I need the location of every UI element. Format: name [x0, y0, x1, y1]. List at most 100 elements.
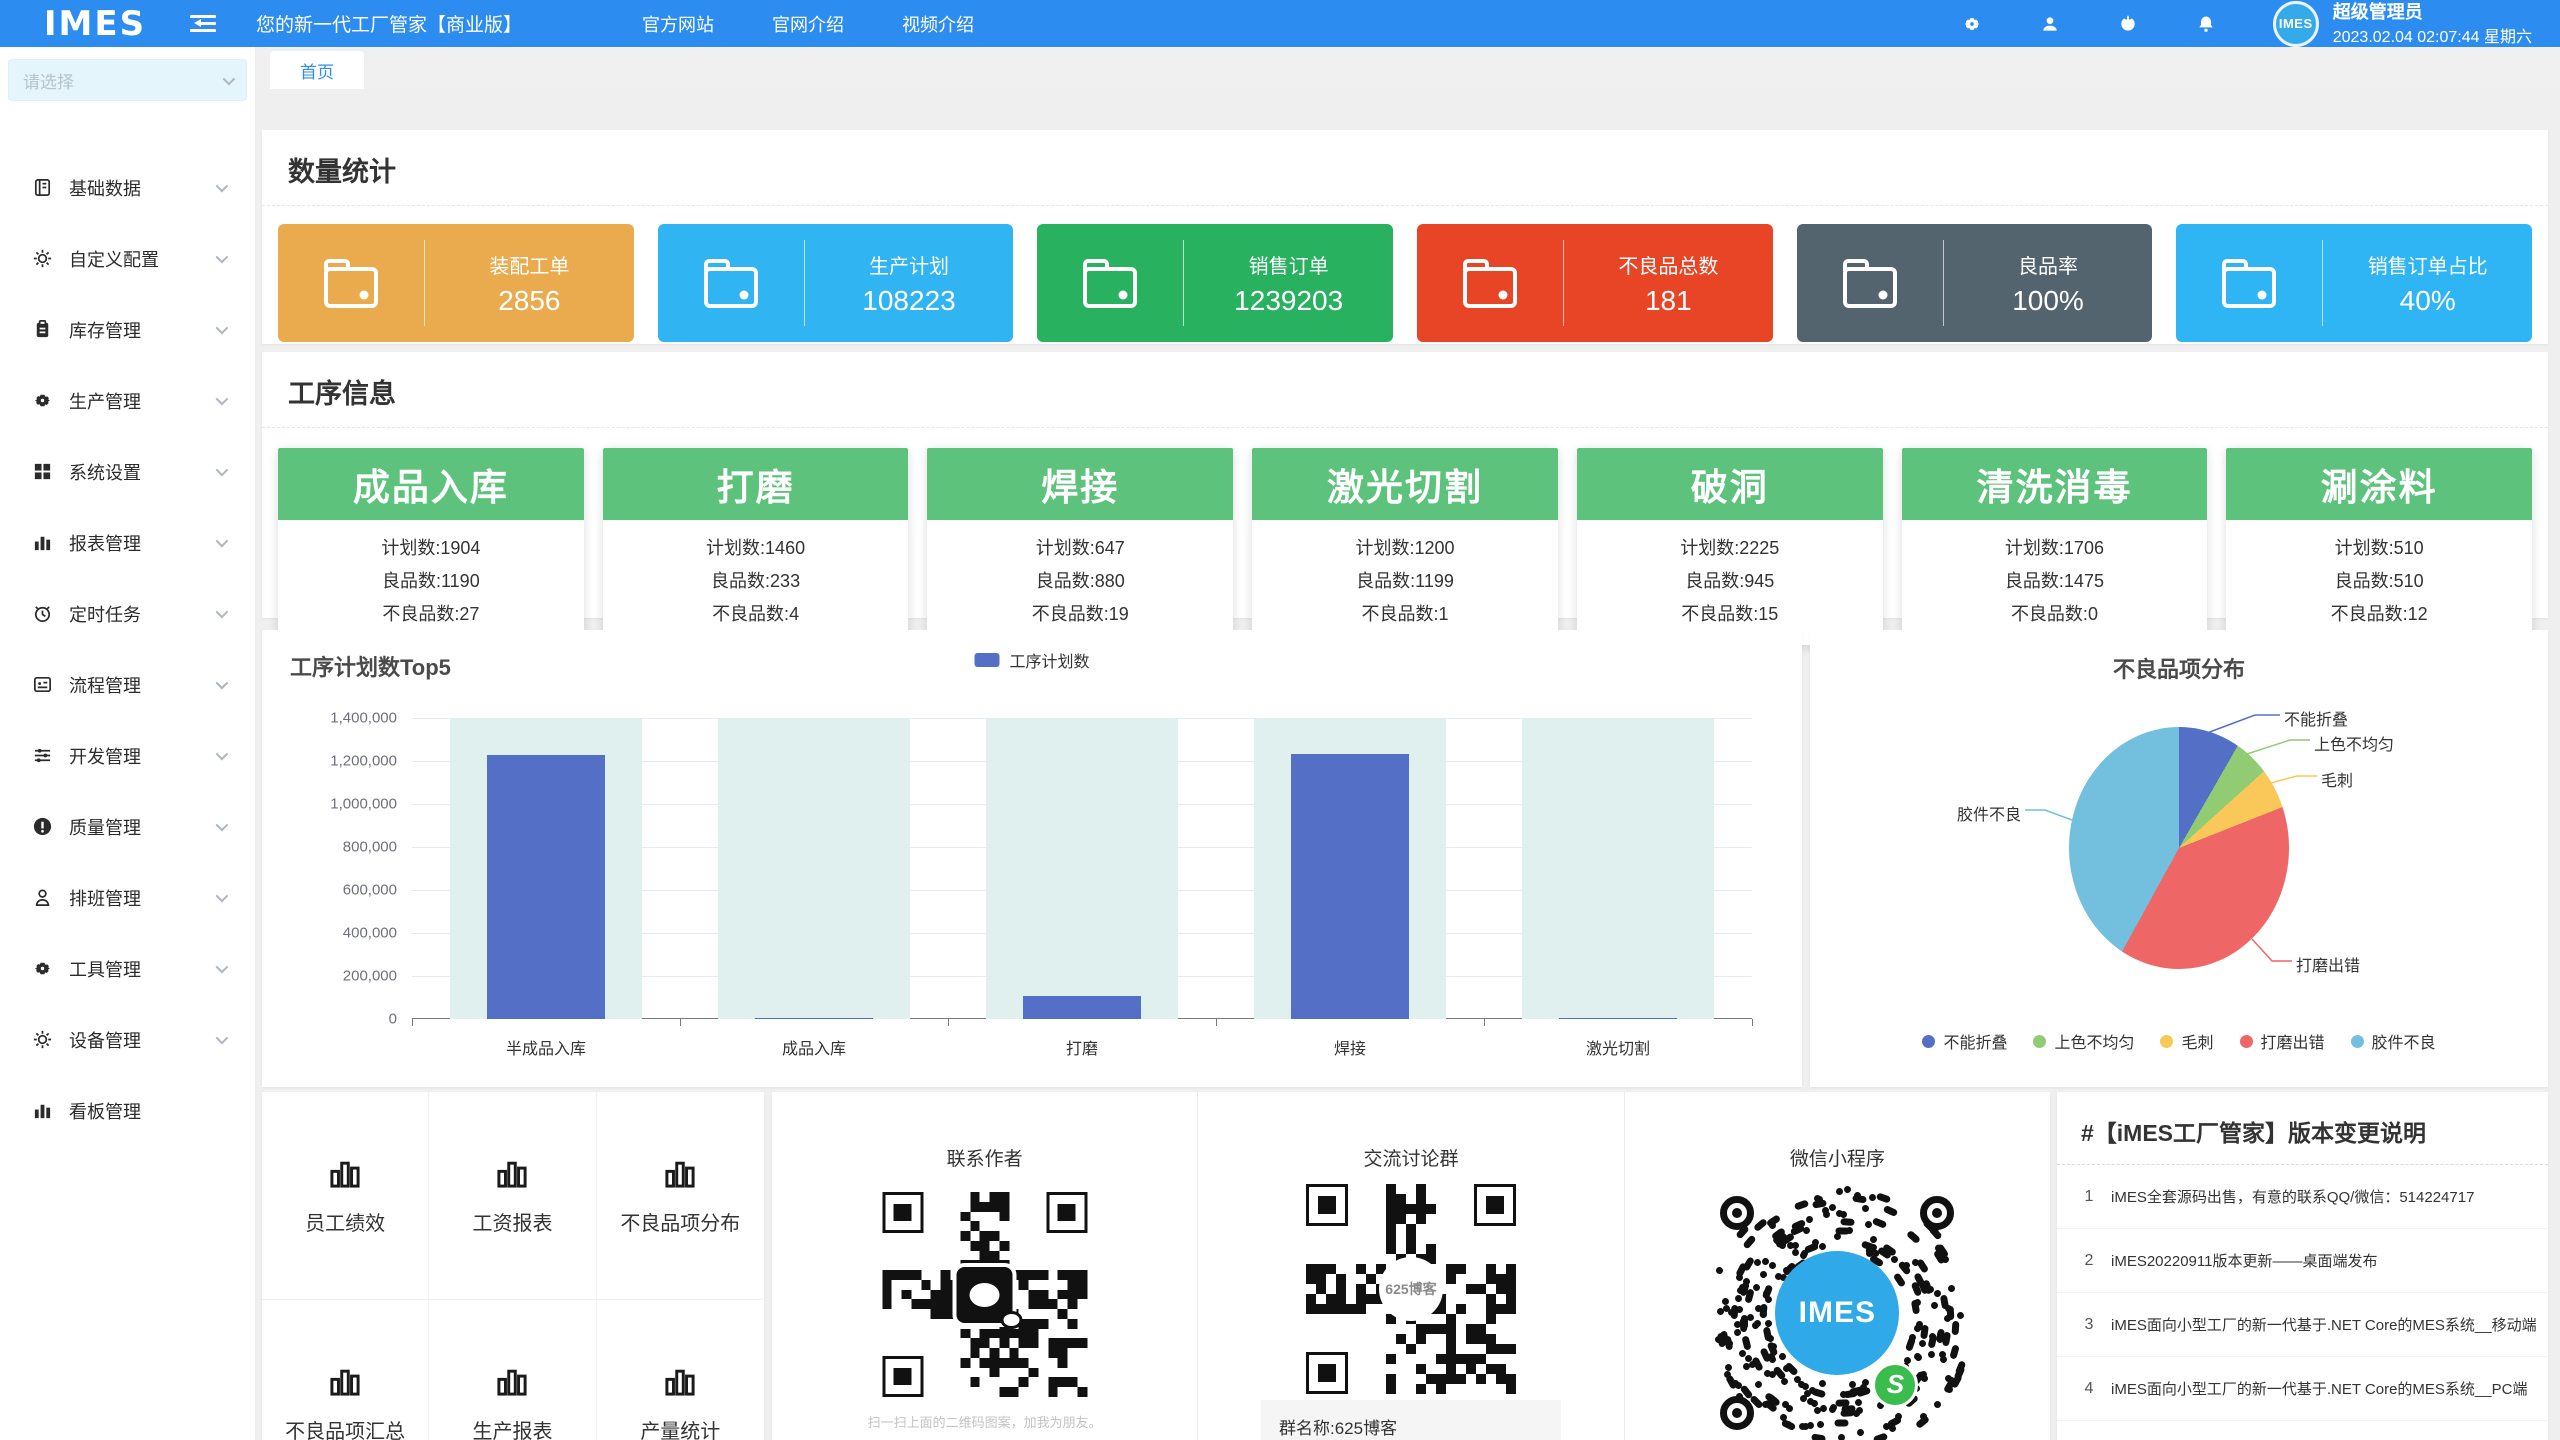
sidebar-item-13[interactable]: 看板管理	[0, 1075, 255, 1146]
exclamation-icon	[32, 816, 53, 837]
stat-value: 40%	[2400, 285, 2456, 317]
sidebar-item-4[interactable]: 系统设置	[0, 436, 255, 507]
process-plan: 计划数:1200	[1252, 532, 1558, 565]
bar	[487, 755, 605, 1019]
contact-author-title: 联系作者	[772, 1144, 1197, 1171]
sidebar-item-8[interactable]: 开发管理	[0, 720, 255, 791]
bar-chart-legend[interactable]: 工序计划数	[974, 648, 1089, 672]
folder-icon	[278, 255, 424, 311]
bar-column[interactable]	[1484, 718, 1752, 1019]
bar-chart-icon	[662, 1155, 698, 1191]
shortcut-5[interactable]: 产量统计	[597, 1300, 764, 1440]
bar-column[interactable]	[412, 718, 680, 1019]
bar-chart-title: 工序计划数Top5	[290, 650, 451, 682]
process-plan: 计划数:1904	[278, 532, 584, 565]
sidebar-item-7[interactable]: 流程管理	[0, 649, 255, 720]
chevron-down-icon	[216, 961, 229, 974]
process-section-title: 工序信息	[262, 352, 2548, 428]
bar-column[interactable]	[948, 718, 1216, 1019]
chevron-down-icon	[216, 180, 229, 193]
sidebar-item-12[interactable]: 设备管理	[0, 1004, 255, 1075]
miniapp-badge-icon: S	[1872, 1362, 1918, 1408]
chevron-down-icon	[216, 251, 229, 264]
process-card-1[interactable]: 打磨计划数:1460良品数:233不良品数:4	[603, 448, 909, 645]
shortcut-0[interactable]: 员工绩效	[262, 1092, 429, 1300]
process-card-5[interactable]: 清洗消毒计划数:1706良品数:1475不良品数:0	[1902, 448, 2208, 645]
bar-column[interactable]	[680, 718, 948, 1019]
x-axis-label: 激光切割	[1484, 1035, 1752, 1059]
sidebar-item-label: 流程管理	[69, 672, 141, 698]
sidebar-item-label: 生产管理	[69, 388, 141, 414]
folder-icon	[1797, 255, 1943, 311]
document-icon	[32, 177, 53, 198]
sidebar-search-select[interactable]: 请选择	[8, 59, 247, 101]
shortcut-label: 产量统计	[640, 1415, 720, 1440]
shortcut-4[interactable]: 生产报表	[429, 1300, 596, 1440]
nav-video-intro[interactable]: 视频介绍	[902, 11, 974, 37]
group-qr-code: 625博客	[1306, 1184, 1516, 1394]
miniapp-column: 微信小程序 IMES S	[1625, 1092, 2050, 1440]
user-icon[interactable]	[2039, 13, 2061, 35]
sidebar-toggle-icon[interactable]	[190, 15, 216, 33]
sidebar-item-1[interactable]: 自定义配置	[0, 223, 255, 294]
bar-column[interactable]	[1216, 718, 1484, 1019]
stat-card-5[interactable]: 销售订单占比40%	[2176, 224, 2532, 342]
nav-site-intro[interactable]: 官网介绍	[772, 11, 844, 37]
miniapp-center-logo: IMES	[1775, 1251, 1899, 1375]
y-axis-labels: 1,400,0001,200,0001,000,000800,000600,00…	[262, 718, 397, 1019]
sidebar-item-9[interactable]: 质量管理	[0, 791, 255, 862]
pie-legend: 不能折叠 上色不均匀 毛刺 打磨出错 胶件不良	[1810, 1029, 2548, 1053]
sidebar-item-2[interactable]: 库存管理	[0, 294, 255, 365]
pie-legend-item[interactable]: 不能折叠	[1922, 1029, 2007, 1053]
tab-home[interactable]: 首页	[270, 51, 364, 89]
shortcut-3[interactable]: 不良品项汇总	[262, 1300, 429, 1440]
process-card-6[interactable]: 涮涂料计划数:510良品数:510不良品数:12	[2226, 448, 2532, 645]
stat-card-row: 装配工单2856生产计划108223销售订单1239203不良品总数181良品率…	[262, 206, 2548, 342]
avatar[interactable]: IMES	[2273, 1, 2319, 47]
shortcut-label: 生产报表	[472, 1415, 552, 1440]
pie-legend-item[interactable]: 毛刺	[2160, 1029, 2213, 1053]
bar-chart-icon	[32, 532, 53, 553]
power-icon[interactable]	[2117, 13, 2139, 35]
group-name: 群名称:625博客	[1279, 1414, 1543, 1440]
sidebar-item-3[interactable]: 生产管理	[0, 365, 255, 436]
pie-legend-item[interactable]: 胶件不良	[2351, 1029, 2436, 1053]
sidebar-item-5[interactable]: 报表管理	[0, 507, 255, 578]
sidebar-item-label: 库存管理	[69, 317, 141, 343]
process-card-4[interactable]: 破洞计划数:2225良品数:945不良品数:15	[1577, 448, 1883, 645]
sidebar-item-11[interactable]: 工具管理	[0, 933, 255, 1004]
stat-card-3[interactable]: 不良品总数181	[1417, 224, 1773, 342]
nav-official-site[interactable]: 官方网站	[642, 11, 714, 37]
pie-legend-item[interactable]: 上色不均匀	[2033, 1029, 2134, 1053]
shortcut-label: 工资报表	[472, 1207, 552, 1236]
version-panel: #【iMES工厂管家】版本变更说明 1iMES全套源码出售，有意的联系QQ/微信…	[2057, 1092, 2548, 1440]
bar-plot-area	[412, 718, 1752, 1019]
process-card-2[interactable]: 焊接计划数:647良品数:880不良品数:19	[927, 448, 1233, 645]
chevron-down-icon	[216, 606, 229, 619]
sidebar-item-10[interactable]: 排班管理	[0, 862, 255, 933]
sliders-icon	[32, 745, 53, 766]
stat-card-1[interactable]: 生产计划108223	[658, 224, 1014, 342]
process-name: 涮涂料	[2226, 448, 2532, 520]
shortcut-1[interactable]: 工资报表	[429, 1092, 596, 1300]
version-item: 2iMES20220911版本更新——桌面端发布	[2057, 1229, 2548, 1293]
pie-chart[interactable]	[2069, 727, 2289, 969]
process-card-0[interactable]: 成品入库计划数:1904良品数:1190不良品数:27	[278, 448, 584, 645]
gear-icon[interactable]	[1961, 13, 1983, 35]
bell-icon[interactable]	[2195, 13, 2217, 35]
bar	[1559, 1018, 1677, 1019]
shortcut-label: 员工绩效	[305, 1207, 385, 1236]
stat-card-2[interactable]: 销售订单1239203	[1037, 224, 1393, 342]
pie-legend-item[interactable]: 打磨出错	[2240, 1029, 2325, 1053]
bar	[1023, 996, 1141, 1019]
stat-card-0[interactable]: 装配工单2856	[278, 224, 634, 342]
chevron-down-icon	[216, 464, 229, 477]
sidebar-item-label: 基础数据	[69, 175, 141, 201]
stat-card-4[interactable]: 良品率100%	[1797, 224, 2153, 342]
sidebar-item-6[interactable]: 定时任务	[0, 578, 255, 649]
process-card-3[interactable]: 激光切割计划数:1200良品数:1199不良品数:1	[1252, 448, 1558, 645]
user-box[interactable]: IMES 超级管理员 2023.02.04 02:07:44 星期六	[2273, 1, 2532, 47]
sidebar-item-label: 排班管理	[69, 885, 141, 911]
sidebar-item-0[interactable]: 基础数据	[0, 152, 255, 223]
shortcut-2[interactable]: 不良品项分布	[597, 1092, 764, 1300]
